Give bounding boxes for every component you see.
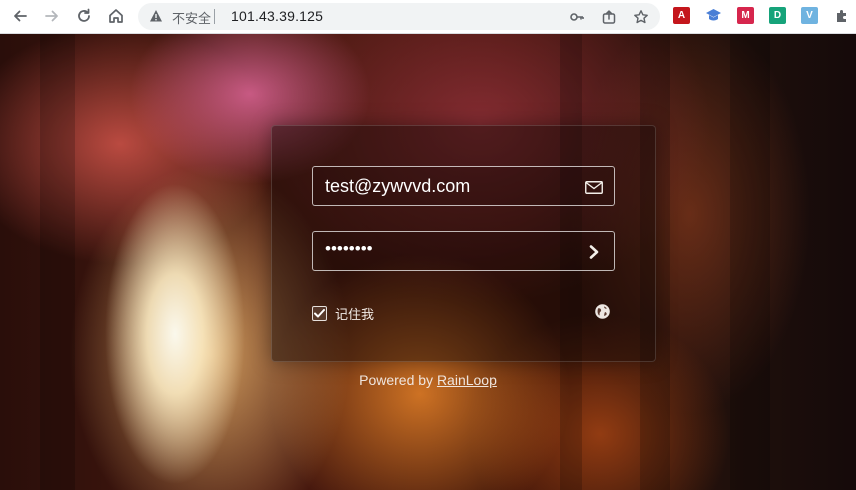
language-globe-icon[interactable] xyxy=(594,303,611,320)
email-value[interactable]: test@zywvvd.com xyxy=(325,176,470,197)
address-separator xyxy=(214,9,215,24)
bg-stripe xyxy=(40,34,75,490)
powered-by-footer: Powered by RainLoop xyxy=(0,372,856,388)
remember-me-label[interactable]: 记住我 xyxy=(335,304,374,323)
home-icon xyxy=(109,9,123,23)
submit-arrow-button[interactable] xyxy=(584,242,604,262)
acrobat-icon[interactable]: A xyxy=(673,7,690,24)
checkmark-icon xyxy=(314,309,325,318)
d-extension-icon[interactable]: D xyxy=(769,7,786,24)
login-panel: test@zywvvd.com •••••••• 记住我 xyxy=(271,125,656,362)
reload-button[interactable] xyxy=(72,4,96,28)
url-text[interactable]: 101.43.39.125 xyxy=(231,8,323,24)
bookmark-star-icon[interactable] xyxy=(632,8,649,25)
envelope-icon xyxy=(584,177,604,197)
rainloop-link[interactable]: RainLoop xyxy=(437,372,497,388)
extensions-puzzle-icon[interactable] xyxy=(833,7,850,24)
remember-me-toggle[interactable]: 记住我 xyxy=(312,304,374,323)
remember-checkbox[interactable] xyxy=(312,306,327,321)
warning-icon[interactable] xyxy=(149,9,163,23)
back-arrow-icon xyxy=(14,10,27,22)
key-icon[interactable] xyxy=(568,8,585,25)
reload-icon xyxy=(78,8,90,22)
address-bar[interactable]: 不安全 101.43.39.125 xyxy=(138,3,660,30)
home-button[interactable] xyxy=(104,4,128,28)
forward-arrow-icon xyxy=(45,10,58,22)
mendeley-icon[interactable]: M xyxy=(737,7,754,24)
graduation-cap-icon[interactable] xyxy=(705,7,722,24)
insecure-label[interactable]: 不安全 xyxy=(172,8,211,27)
bg-stripe xyxy=(730,34,770,490)
password-value[interactable]: •••••••• xyxy=(325,239,373,259)
powered-prefix: Powered by xyxy=(359,372,437,388)
back-button[interactable] xyxy=(8,4,32,28)
browser-toolbar: 不安全 101.43.39.125 A MDV xyxy=(0,0,856,34)
email-field[interactable]: test@zywvvd.com xyxy=(312,166,615,206)
forward-button[interactable] xyxy=(40,4,64,28)
chevron-right-icon xyxy=(589,245,599,259)
password-field[interactable]: •••••••• xyxy=(312,231,615,271)
share-icon[interactable] xyxy=(600,8,617,25)
v-extension-icon[interactable]: V xyxy=(801,7,818,24)
